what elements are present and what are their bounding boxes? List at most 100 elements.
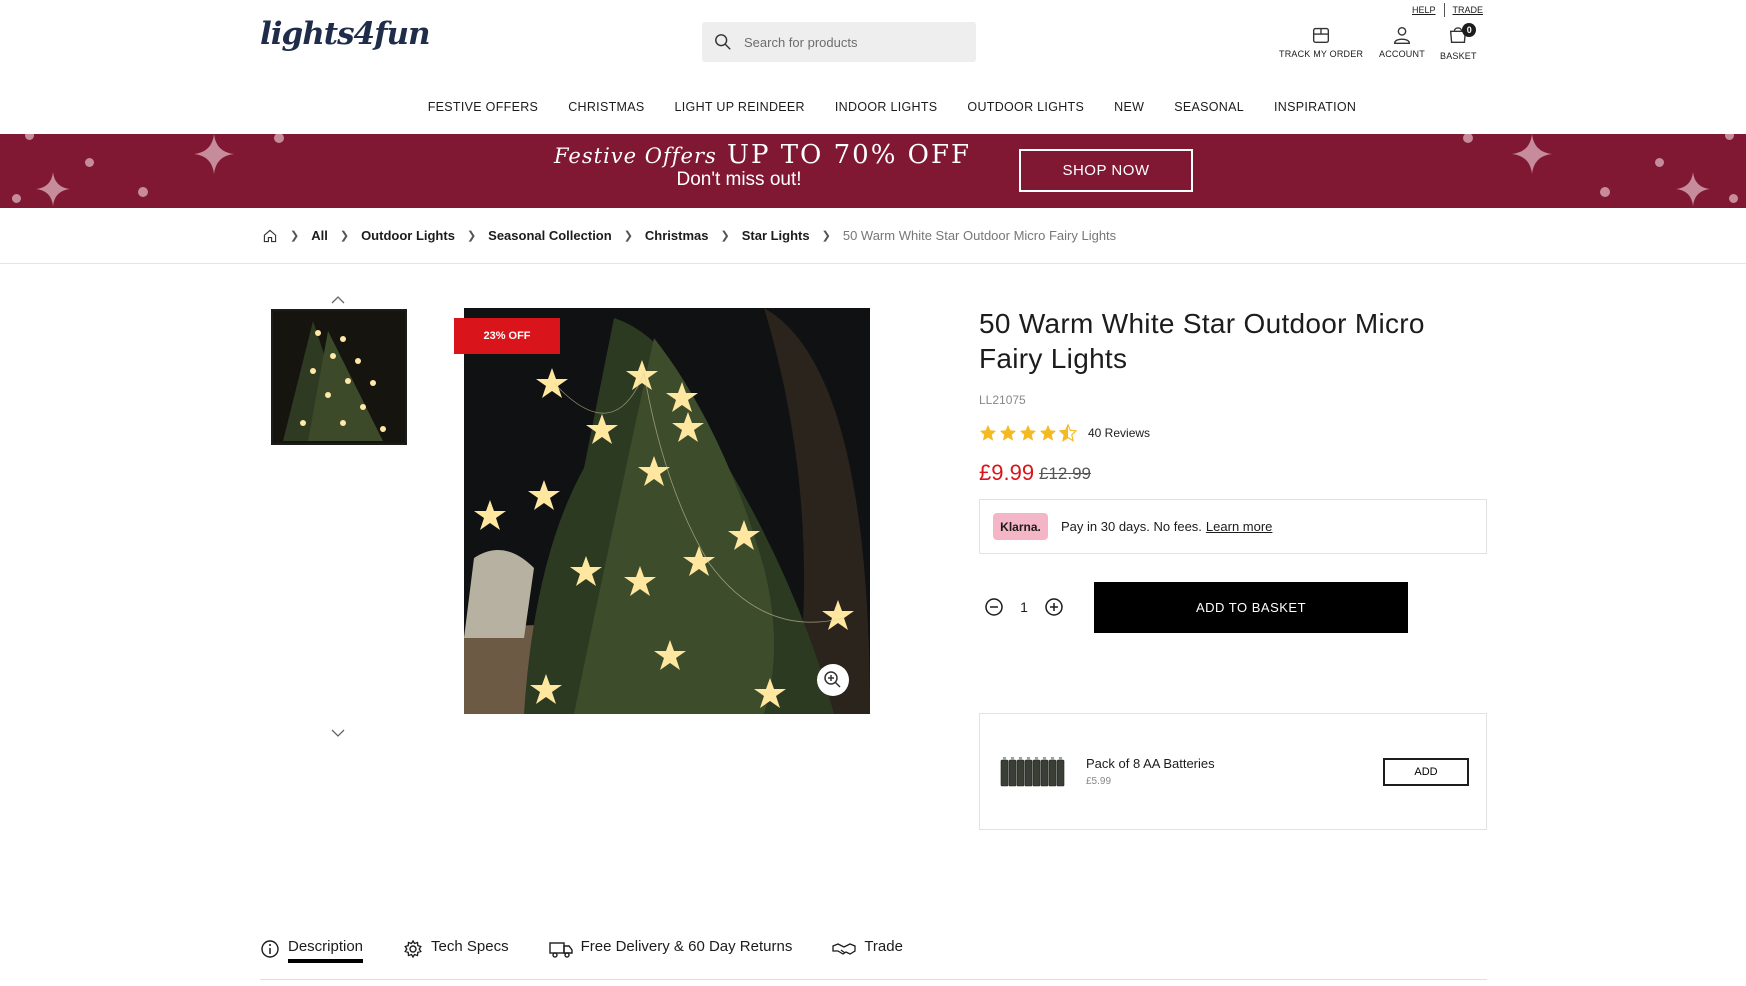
search-bar[interactable] — [702, 22, 976, 62]
help-link[interactable]: HELP — [1412, 5, 1436, 15]
decor-dot — [12, 194, 21, 203]
current-price: £9.99 — [979, 460, 1035, 485]
tab-delivery-returns[interactable]: Free Delivery & 60 Day Returns — [548, 934, 793, 980]
info-icon — [261, 940, 279, 958]
trade-link[interactable]: TRADE — [1453, 5, 1484, 15]
decor-dot — [1725, 134, 1734, 140]
addon-card: Pack of 8 AA Batteries £5.99 ADD — [979, 713, 1487, 830]
minus-circle-icon[interactable] — [984, 597, 1004, 617]
decor-dot — [1655, 158, 1664, 167]
promo-banner[interactable]: Festive Offers UP TO 70% OFF Don't miss … — [0, 134, 1746, 208]
nav-light-up-reindeer[interactable]: LIGHT UP REINDEER — [675, 100, 805, 114]
decor-dot — [85, 158, 94, 167]
product-title: 50 Warm White Star Outdoor Micro Fairy L… — [979, 308, 1425, 374]
decor-dot — [25, 134, 34, 140]
banner-headline-line: Festive Offers UP TO 70% OFF — [554, 140, 969, 170]
decor-dot — [138, 187, 148, 197]
tab-trade[interactable]: Trade — [832, 934, 903, 980]
quantity-stepper: 1 — [984, 597, 1064, 617]
breadcrumb-christmas[interactable]: Christmas — [645, 228, 709, 243]
add-to-basket-button[interactable]: ADD TO BASKET — [1094, 582, 1408, 633]
decor-dot — [274, 134, 284, 143]
tab-trade-label: Trade — [864, 938, 903, 955]
thumbnail-image — [273, 311, 405, 443]
user-icon — [1393, 26, 1410, 44]
was-price: £12.99 — [1039, 464, 1091, 483]
main-nav: FESTIVE OFFERS CHRISTMAS LIGHT UP REINDE… — [0, 100, 1746, 114]
truck-icon — [548, 942, 573, 958]
decor-dot — [1729, 194, 1738, 203]
rating[interactable]: 40 Reviews — [979, 424, 1150, 442]
klarna-logo: Klarna. — [993, 513, 1048, 540]
decor-dot — [1600, 187, 1610, 197]
breadcrumb-all[interactable]: All — [311, 228, 328, 243]
breadcrumb-seasonal-collection[interactable]: Seasonal Collection — [488, 228, 612, 243]
product-sku: LL21075 — [979, 393, 1026, 407]
tab-delivery-returns-label: Free Delivery & 60 Day Returns — [580, 938, 793, 955]
banner-script-text: Festive Offers — [554, 144, 717, 168]
sparkle-icon — [1512, 134, 1552, 174]
handshake-icon — [832, 943, 856, 955]
account-label: ACCOUNT — [1379, 49, 1425, 59]
quantity-value[interactable]: 1 — [1004, 599, 1044, 615]
chevron-right-icon: ❯ — [290, 230, 300, 242]
tab-tech-specs[interactable]: Tech Specs — [403, 934, 509, 980]
shop-now-button[interactable]: SHOP NOW — [1019, 149, 1193, 192]
tab-tech-specs-label: Tech Specs — [431, 938, 509, 955]
star-half-icon — [1059, 424, 1077, 442]
banner-headline: UP TO 70% OFF — [727, 140, 972, 170]
search-input[interactable] — [744, 34, 964, 50]
track-order-button[interactable]: TRACK MY ORDER — [1279, 24, 1363, 59]
nav-inspiration[interactable]: INSPIRATION — [1274, 100, 1356, 114]
zoom-button[interactable] — [817, 664, 849, 696]
tab-description-label: Description — [288, 938, 364, 955]
basket-button[interactable]: 0 BASKET — [1440, 23, 1477, 61]
batteries-image — [1000, 757, 1065, 787]
breadcrumb-outdoor-lights[interactable]: Outdoor Lights — [361, 228, 455, 243]
product-main-image[interactable] — [464, 308, 870, 714]
banner-text: Festive Offers UP TO 70% OFF Don't miss … — [554, 140, 969, 191]
nav-christmas[interactable]: CHRISTMAS — [568, 100, 644, 114]
search-icon — [715, 34, 731, 50]
nav-seasonal[interactable]: SEASONAL — [1174, 100, 1244, 114]
sparkle-icon — [1676, 172, 1710, 206]
tab-description[interactable]: Description — [260, 934, 364, 980]
account-button[interactable]: ACCOUNT — [1379, 24, 1425, 59]
star-full-icon — [1039, 424, 1057, 441]
product-thumbnail[interactable] — [271, 309, 407, 445]
chevron-right-icon: ❯ — [466, 230, 477, 242]
addon-add-button[interactable]: ADD — [1383, 758, 1469, 786]
chevron-right-icon: ❯ — [339, 230, 350, 242]
star-full-icon — [1019, 424, 1037, 441]
chevron-down-icon[interactable] — [326, 726, 350, 740]
chevron-right-icon: ❯ — [623, 230, 633, 242]
klarna-learn-more-link[interactable]: Learn more — [1206, 519, 1272, 534]
discount-badge: 23% OFF — [454, 318, 560, 354]
home-icon[interactable] — [262, 228, 278, 244]
basket-label: BASKET — [1440, 51, 1477, 61]
chevron-up-icon[interactable] — [326, 293, 350, 307]
track-order-label: TRACK MY ORDER — [1279, 49, 1364, 59]
breadcrumb-current: 50 Warm White Star Outdoor Micro Fairy L… — [842, 228, 1117, 243]
breadcrumb-star-lights[interactable]: Star Lights — [742, 228, 810, 243]
product-tabs: Description Tech Specs Free Delivery & 6… — [260, 934, 1487, 980]
klarna-text: Pay in 30 days. No fees. — [1061, 519, 1202, 534]
zoom-in-icon — [824, 671, 841, 688]
nav-festive-offers[interactable]: FESTIVE OFFERS — [428, 100, 538, 114]
reviews-count[interactable]: 40 Reviews — [1088, 426, 1150, 440]
chevron-right-icon: ❯ — [720, 230, 730, 242]
top-links: HELP TRADE — [1412, 3, 1483, 17]
breadcrumb: ❯ All ❯ Outdoor Lights ❯ Seasonal Collec… — [0, 208, 1746, 264]
sparkle-icon — [36, 172, 70, 206]
basket-icon-wrap: 0 — [1447, 23, 1477, 51]
nav-indoor-lights[interactable]: INDOOR LIGHTS — [835, 100, 938, 114]
klarna-box: Klarna. Pay in 30 days. No fees. Learn m… — [979, 499, 1487, 554]
plus-circle-icon[interactable] — [1044, 597, 1064, 617]
nav-new[interactable]: NEW — [1114, 100, 1144, 114]
nav-outdoor-lights[interactable]: OUTDOOR LIGHTS — [967, 100, 1084, 114]
site-logo[interactable]: lights4fun — [260, 16, 431, 52]
decor-dot — [1463, 134, 1473, 143]
sparkle-icon — [194, 134, 234, 174]
site-header: lights4fun HELP TRADE TRACK MY ORDER ACC… — [0, 0, 1746, 134]
gear-icon — [404, 939, 422, 959]
